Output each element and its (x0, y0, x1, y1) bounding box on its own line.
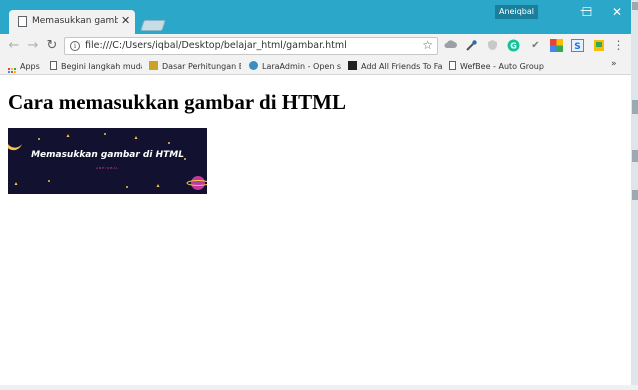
bookmark-label: Apps (20, 62, 40, 71)
profile-badge[interactable]: Aneiqbal (495, 5, 538, 19)
background-window-edge (631, 0, 638, 390)
edge-segment (632, 150, 638, 162)
star-dot (38, 138, 40, 140)
bookmark-item[interactable]: LaraAdmin - Open sou (249, 60, 341, 73)
checkmark-icon[interactable]: ✔ (529, 39, 542, 52)
apps-icon (8, 68, 16, 73)
cloud-icon[interactable] (444, 39, 457, 52)
tab-active[interactable]: Memasukkan gambar di ✕ (9, 10, 135, 34)
menu-icon[interactable]: ⋮ (612, 39, 625, 52)
background-window-edge-bottom (0, 385, 638, 390)
laraadmin-icon (249, 61, 258, 70)
info-icon[interactable]: i (70, 41, 80, 51)
forward-button[interactable]: → (25, 38, 41, 54)
chrome-colors-icon[interactable] (550, 39, 563, 52)
banner-subtitle: ANEIQBAL (95, 166, 120, 170)
bookmark-label: Begini langkah mudah (61, 62, 142, 71)
bookmarks-bar: Apps Begini langkah mudah Dasar Perhitun… (0, 58, 631, 75)
browser-window: Memasukkan gambar di ✕ Aneiqbal — ☐ ✕ ← … (0, 0, 631, 385)
star-dot (126, 186, 128, 188)
reload-button[interactable]: ↻ (44, 38, 60, 54)
bookmark-item[interactable]: Begini langkah mudah (50, 60, 142, 73)
svg-text:S: S (574, 42, 580, 52)
bookmark-star-icon[interactable]: ☆ (422, 38, 433, 52)
banner-title: Memasukkan gambar di HTML (31, 150, 184, 160)
star-dot (48, 180, 50, 182)
bookmark-label: WefBee - Auto Group (460, 62, 544, 71)
star-dot (168, 142, 170, 144)
banner-image: Memasukkan gambar di HTML ANEIQBAL (8, 128, 207, 194)
close-window-button[interactable]: ✕ (607, 4, 627, 20)
edge-segment (632, 100, 638, 114)
page-icon (18, 16, 27, 27)
page-content: Cara memasukkan gambar di HTML Memasukka… (0, 75, 631, 385)
s-extension-icon[interactable]: S (571, 39, 584, 52)
bookmark-item[interactable]: Dasar Perhitungan Be (149, 60, 241, 73)
url-text[interactable]: file:///C:/Users/iqbal/Desktop/belajar_h… (85, 40, 347, 51)
bookmark-item[interactable]: Add All Friends To Fac (348, 60, 442, 73)
bookmark-item[interactable]: WefBee - Auto Group (449, 60, 553, 73)
bookmark-label: LaraAdmin - Open sou (262, 62, 341, 71)
address-bar[interactable]: i file:///C:/Users/iqbal/Desktop/belajar… (64, 37, 438, 55)
bookmark-label: Add All Friends To Fac (361, 62, 442, 71)
bookmark-apps[interactable]: Apps (8, 60, 40, 73)
bookmark-extension-icon[interactable] (592, 39, 605, 52)
bookmark-label: Dasar Perhitungan Be (162, 62, 241, 71)
shield-icon[interactable] (486, 39, 499, 52)
toolbar: ← → ↻ i file:///C:/Users/iqbal/Desktop/b… (0, 34, 631, 58)
folder-person-icon (149, 61, 158, 70)
page-icon (449, 61, 456, 70)
edge-segment (632, 190, 638, 200)
back-button[interactable]: ← (6, 38, 22, 54)
tab-close-icon[interactable]: ✕ (121, 14, 130, 28)
grammarly-icon[interactable]: G (507, 39, 520, 52)
title-bar: Memasukkan gambar di ✕ Aneiqbal — ☐ ✕ (0, 0, 631, 34)
maximize-icon: ☐ (581, 5, 593, 19)
edge-segment (632, 2, 638, 10)
svg-text:G: G (510, 42, 517, 51)
new-tab-button[interactable] (140, 20, 166, 31)
maximize-button[interactable]: ☐ (577, 4, 597, 20)
dark-square-icon (348, 61, 357, 70)
more-bookmarks-icon[interactable]: » (611, 59, 617, 69)
star-dot (104, 133, 106, 135)
eyedropper-icon[interactable] (465, 39, 478, 52)
page-icon (50, 61, 57, 70)
tab-title: Memasukkan gambar di (32, 16, 118, 26)
page-heading: Cara memasukkan gambar di HTML (8, 90, 346, 114)
